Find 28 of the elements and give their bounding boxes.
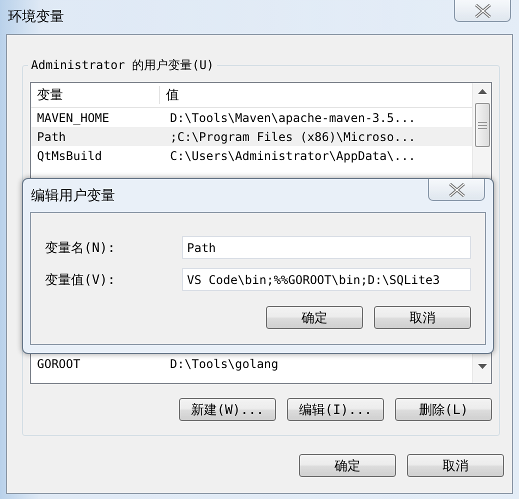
scroll-down-icon <box>478 364 486 369</box>
window-title: 环境变量 <box>8 8 64 26</box>
field-label: 变量值(V): <box>45 272 116 288</box>
variable-row[interactable]: Path ;C:\Program Files (x86)\Microso... <box>31 127 472 146</box>
dialog-button[interactable]: 取消 <box>407 454 504 477</box>
variable-row[interactable]: MAVEN_HOME D:\Tools\Maven\apache-maven-3.5... <box>31 108 472 127</box>
scroll-thumb[interactable] <box>474 103 490 147</box>
input-field[interactable]: VS Code\bin;%%GOROOT\bin;D:\SQLite3 <box>182 268 471 291</box>
close-button[interactable] <box>454 0 511 22</box>
dialog-button[interactable]: 确定 <box>299 454 396 477</box>
close-icon <box>446 182 466 196</box>
close-button[interactable] <box>428 179 485 201</box>
variable-row[interactable]: GOROOT D:\Tools\golang <box>31 354 472 373</box>
dialog-button[interactable]: 确定 <box>266 306 363 329</box>
variable-row[interactable]: QtMsBuild C:\Users\Administrator\AppData\... <box>31 146 472 165</box>
field-label: 变量名(N): <box>45 240 116 256</box>
close-icon <box>472 4 492 18</box>
list-button[interactable]: 编辑(I)... <box>287 398 384 421</box>
group-title: Administrator 的用户变量(U) <box>28 57 217 74</box>
dialog-title: 编辑用户变量 <box>31 187 115 205</box>
column-header[interactable]: 变量 <box>31 86 160 104</box>
list-button[interactable]: 删除(L) <box>395 398 492 421</box>
grip-icon <box>478 122 486 128</box>
scroll-up-icon <box>478 89 486 94</box>
column-header[interactable]: 值 <box>160 86 179 104</box>
list-button[interactable]: 新建(W)... <box>179 398 276 421</box>
dialog-button[interactable]: 取消 <box>374 306 471 329</box>
input-field[interactable]: Path <box>182 236 471 259</box>
